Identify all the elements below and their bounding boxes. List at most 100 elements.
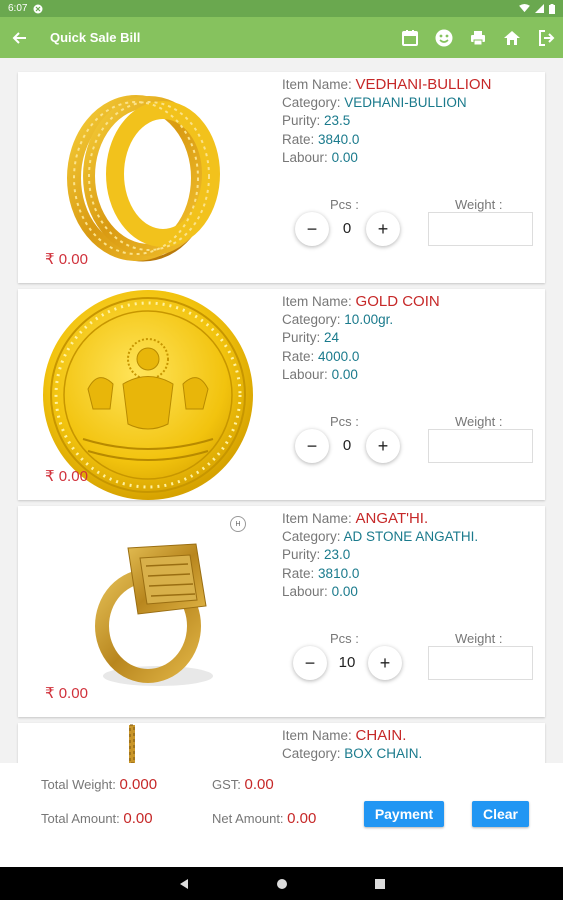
labour-label: Labour: — [282, 366, 328, 382]
back-arrow-icon — [12, 31, 26, 44]
increment-button[interactable]: + — [366, 429, 400, 463]
category-label: Category: — [282, 312, 341, 328]
category-value: AD STONE ANGATHI. — [343, 529, 479, 545]
labour-label: Labour: — [282, 583, 328, 599]
item-price: ₹ 0.00 — [45, 468, 88, 485]
bill-summary: Total Weight: 0.000 GST: 0.00 Total Amou… — [0, 763, 563, 867]
item-price: ₹ 0.00 — [45, 251, 88, 268]
item-details: Item Name: ANGAT'HI. Category: AD STONE … — [282, 510, 478, 601]
total-weight-value: 0.000 — [119, 776, 158, 793]
category-value: VEDHANI-BULLION — [344, 95, 467, 111]
logout-button[interactable] — [535, 27, 557, 49]
page-title: Quick Sale Bill — [50, 30, 141, 45]
decrement-button[interactable]: − — [295, 429, 329, 463]
labour-value: 0.00 — [331, 366, 358, 382]
wifi-icon — [519, 4, 530, 13]
logout-icon — [539, 29, 555, 46]
nav-back-icon — [179, 878, 188, 889]
item-name: ANGAT'HI. — [355, 510, 429, 527]
total-amount-value: 0.00 — [123, 810, 153, 827]
nav-back-button[interactable] — [174, 874, 194, 894]
category-label: Category: — [282, 746, 341, 762]
item-list[interactable]: ₹ 0.00 Item Name: VEDHANI-BULLION Catego… — [0, 58, 563, 763]
nav-home-icon — [276, 878, 287, 889]
customer-button[interactable] — [433, 27, 455, 49]
decrement-button[interactable]: − — [295, 212, 329, 246]
system-nav-bar — [0, 867, 563, 900]
item-card: H ₹ 0.00 Item Name: ANGAT'HI. Category: … — [18, 506, 545, 717]
total-weight-label: Total Weight: — [41, 777, 116, 792]
category-label: Category: — [282, 529, 341, 545]
total-amount-label: Total Amount: — [41, 811, 120, 826]
plus-icon: + — [377, 435, 389, 456]
home-button[interactable] — [501, 27, 523, 49]
increment-button[interactable]: + — [368, 646, 402, 680]
labour-value: 0.00 — [331, 583, 358, 599]
total-amount: Total Amount: 0.00 — [41, 810, 153, 827]
calendar-icon — [402, 29, 418, 46]
total-weight: Total Weight: 0.000 — [41, 776, 157, 793]
pcs-value: 0 — [342, 437, 352, 454]
signal-icon — [535, 4, 544, 13]
item-name-label: Item Name: — [282, 294, 352, 309]
hallmark-icon: H — [230, 516, 246, 532]
chain-image — [129, 724, 135, 763]
payment-button[interactable]: Payment — [364, 801, 444, 827]
purity-label: Purity: — [282, 330, 321, 346]
item-name: CHAIN. — [355, 727, 407, 744]
item-name-label: Item Name: — [282, 728, 352, 743]
rate-value: 4000.0 — [318, 348, 360, 364]
print-button[interactable] — [467, 27, 489, 49]
weight-label: Weight : — [455, 631, 503, 646]
weight-input[interactable] — [428, 212, 533, 246]
battery-icon — [549, 3, 555, 14]
pcs-value: 0 — [342, 220, 352, 237]
category-label: Category: — [282, 95, 341, 111]
back-button[interactable] — [8, 26, 32, 50]
net-amount: Net Amount: 0.00 — [212, 810, 316, 827]
net-amount-value: 0.00 — [287, 810, 317, 827]
item-card: ₹ 0.00 Item Name: GOLD COIN Category: 10… — [18, 289, 545, 500]
purity-value: 24 — [324, 330, 340, 346]
clear-button[interactable]: Clear — [472, 801, 529, 827]
rate-label: Rate: — [282, 348, 315, 364]
increment-button[interactable]: + — [366, 212, 400, 246]
category-value: 10.00gr. — [344, 312, 394, 328]
print-icon — [471, 30, 485, 45]
app-bar: Quick Sale Bill — [0, 17, 563, 58]
pcs-label: Pcs : — [330, 197, 359, 212]
gst-value: 0.00 — [244, 776, 274, 793]
nav-home-button[interactable] — [272, 874, 292, 894]
item-details: Item Name: CHAIN. Category: BOX CHAIN. — [282, 727, 422, 763]
item-name-label: Item Name: — [282, 511, 352, 526]
home-icon — [504, 30, 520, 45]
gst-label: GST: — [212, 777, 241, 792]
status-bar: 6:07 — [0, 0, 563, 17]
item-name-label: Item Name: — [282, 77, 352, 92]
rate-label: Rate: — [282, 565, 315, 581]
gst: GST: 0.00 — [212, 776, 274, 793]
item-details: Item Name: GOLD COIN Category: 10.00gr. … — [282, 293, 440, 384]
nav-recents-icon — [374, 878, 385, 889]
purity-label: Purity: — [282, 547, 321, 563]
category-value: BOX CHAIN. — [344, 746, 423, 762]
item-details: Item Name: VEDHANI-BULLION Category: VED… — [282, 76, 491, 167]
item-name: VEDHANI-BULLION — [355, 76, 492, 93]
nav-recents-button[interactable] — [370, 874, 390, 894]
status-time: 6:07 — [8, 3, 28, 14]
item-image — [18, 723, 268, 763]
item-card: Item Name: CHAIN. Category: BOX CHAIN. — [18, 723, 545, 763]
minus-icon: − — [306, 435, 318, 456]
purity-value: 23.5 — [324, 113, 351, 129]
pcs-value: 10 — [338, 654, 356, 671]
purity-label: Purity: — [282, 113, 321, 129]
decrement-button[interactable]: − — [293, 646, 327, 680]
minus-icon: − — [306, 218, 318, 239]
calendar-button[interactable] — [399, 27, 421, 49]
net-amount-label: Net Amount: — [212, 811, 284, 826]
weight-input[interactable] — [428, 646, 533, 680]
rate-value: 3810.0 — [318, 565, 360, 581]
notification-icon — [33, 4, 43, 13]
face-icon — [435, 29, 453, 46]
weight-input[interactable] — [428, 429, 533, 463]
